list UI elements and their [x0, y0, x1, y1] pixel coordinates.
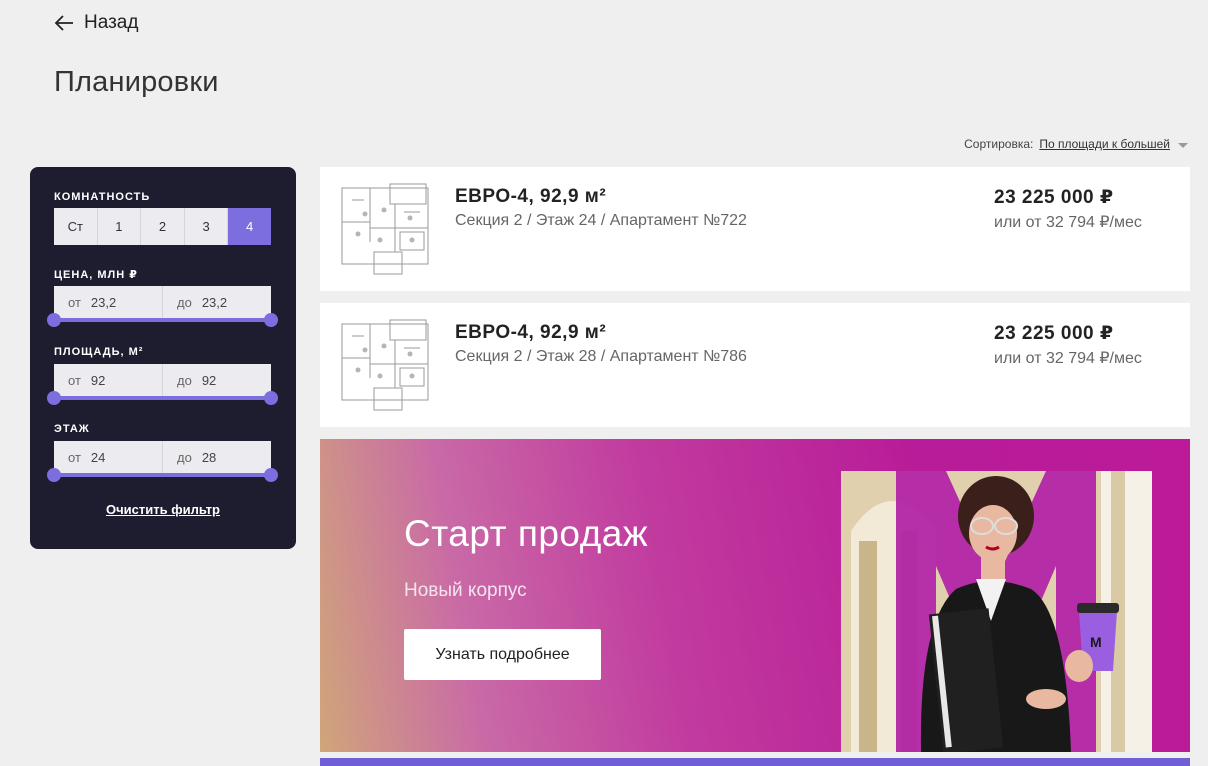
floor-plan-thumbnail: [341, 319, 429, 411]
listing-monthly-payment: или от 32 794 ₽/мес: [994, 214, 1142, 231]
room-option-3[interactable]: 3: [185, 208, 229, 245]
listing-details: Секция 2 / Этаж 24 / Апартамент №722: [455, 212, 747, 229]
floor-plan-thumbnail: [341, 183, 429, 275]
area-from-value: 92: [90, 373, 106, 388]
rooms-selector: Ст 1 2 3 4: [54, 208, 271, 245]
banner-photo: М: [841, 471, 1152, 752]
floor-to-field[interactable]: до 28: [163, 441, 271, 474]
price-slider: [47, 313, 278, 327]
listing-price: 23 225 000 ₽: [994, 323, 1114, 344]
back-link[interactable]: Назад: [54, 12, 138, 34]
area-slider-min-handle[interactable]: [47, 391, 61, 405]
room-option-4[interactable]: 4: [228, 208, 271, 245]
listing-price: 23 225 000 ₽: [994, 187, 1114, 208]
price-to-field[interactable]: до 23,2: [163, 286, 271, 319]
room-option-2[interactable]: 2: [141, 208, 185, 245]
sort-label: Сортировка:: [964, 137, 1034, 151]
price-slider-max-handle[interactable]: [264, 313, 278, 327]
price-label: ЦЕНА, МЛН ₽: [54, 269, 138, 281]
area-to-field[interactable]: до 92: [163, 364, 271, 397]
clear-filter-link[interactable]: Очистить фильтр: [30, 502, 296, 517]
floor-to-label: до: [177, 450, 192, 465]
price-slider-min-handle[interactable]: [47, 313, 61, 327]
listing-card[interactable]: ЕВРО-4, 92,9 м² Секция 2 / Этаж 24 / Апа…: [320, 167, 1190, 291]
cup-logo: М: [1090, 634, 1102, 650]
listing-details: Секция 2 / Этаж 28 / Апартамент №786: [455, 348, 747, 365]
listing-title: ЕВРО-4, 92,9 м²: [455, 322, 607, 343]
back-label: Назад: [84, 12, 139, 33]
room-option-studio[interactable]: Ст: [54, 208, 98, 245]
banner-subtitle: Новый корпус: [404, 580, 527, 601]
area-from-field[interactable]: от 92: [54, 364, 163, 397]
banner-bottom-bar: [320, 758, 1190, 766]
promo-banner: Старт продаж Новый корпус Узнать подробн…: [320, 439, 1190, 752]
price-from-label: от: [68, 295, 81, 310]
price-from-value: 23,2: [90, 295, 117, 310]
area-to-value: 92: [201, 373, 217, 388]
chevron-down-icon[interactable]: [1178, 143, 1188, 148]
floor-range: от 24 до 28: [54, 441, 271, 474]
price-to-label: до: [177, 295, 192, 310]
filter-panel: КОМНАТНОСТЬ Ст 1 2 3 4 ЦЕНА, МЛН ₽ от 23,…: [30, 167, 296, 549]
listing-card[interactable]: ЕВРО-4, 92,9 м² Секция 2 / Этаж 28 / Апа…: [320, 303, 1190, 427]
banner-title: Старт продаж: [404, 513, 649, 554]
floor-from-value: 24: [90, 450, 106, 465]
price-to-value: 23,2: [201, 295, 228, 310]
listing-monthly-payment: или от 32 794 ₽/мес: [994, 350, 1142, 367]
learn-more-button[interactable]: Узнать подробнее: [404, 629, 601, 680]
price-from-field[interactable]: от 23,2: [54, 286, 163, 319]
sort-control: Сортировка: По площади к большей: [964, 137, 1188, 151]
floor-to-value: 28: [201, 450, 217, 465]
floor-slider-max-handle[interactable]: [264, 468, 278, 482]
price-range: от 23,2 до 23,2: [54, 286, 271, 319]
area-slider: [47, 391, 278, 405]
room-option-1[interactable]: 1: [98, 208, 142, 245]
sort-dropdown[interactable]: По площади к большей: [1039, 137, 1170, 151]
rooms-label: КОМНАТНОСТЬ: [54, 191, 151, 203]
floor-from-field[interactable]: от 24: [54, 441, 163, 474]
floor-label: ЭТАЖ: [54, 423, 90, 435]
floor-from-label: от: [68, 450, 81, 465]
floor-slider: [47, 468, 278, 482]
listing-title: ЕВРО-4, 92,9 м²: [455, 186, 607, 207]
area-label: ПЛОЩАДЬ, М²: [54, 346, 144, 358]
area-slider-max-handle[interactable]: [264, 391, 278, 405]
arrow-left-icon: [54, 15, 73, 31]
floor-slider-min-handle[interactable]: [47, 468, 61, 482]
area-range: от 92 до 92: [54, 364, 271, 397]
page-title: Планировки: [54, 66, 219, 98]
area-from-label: от: [68, 373, 81, 388]
area-to-label: до: [177, 373, 192, 388]
